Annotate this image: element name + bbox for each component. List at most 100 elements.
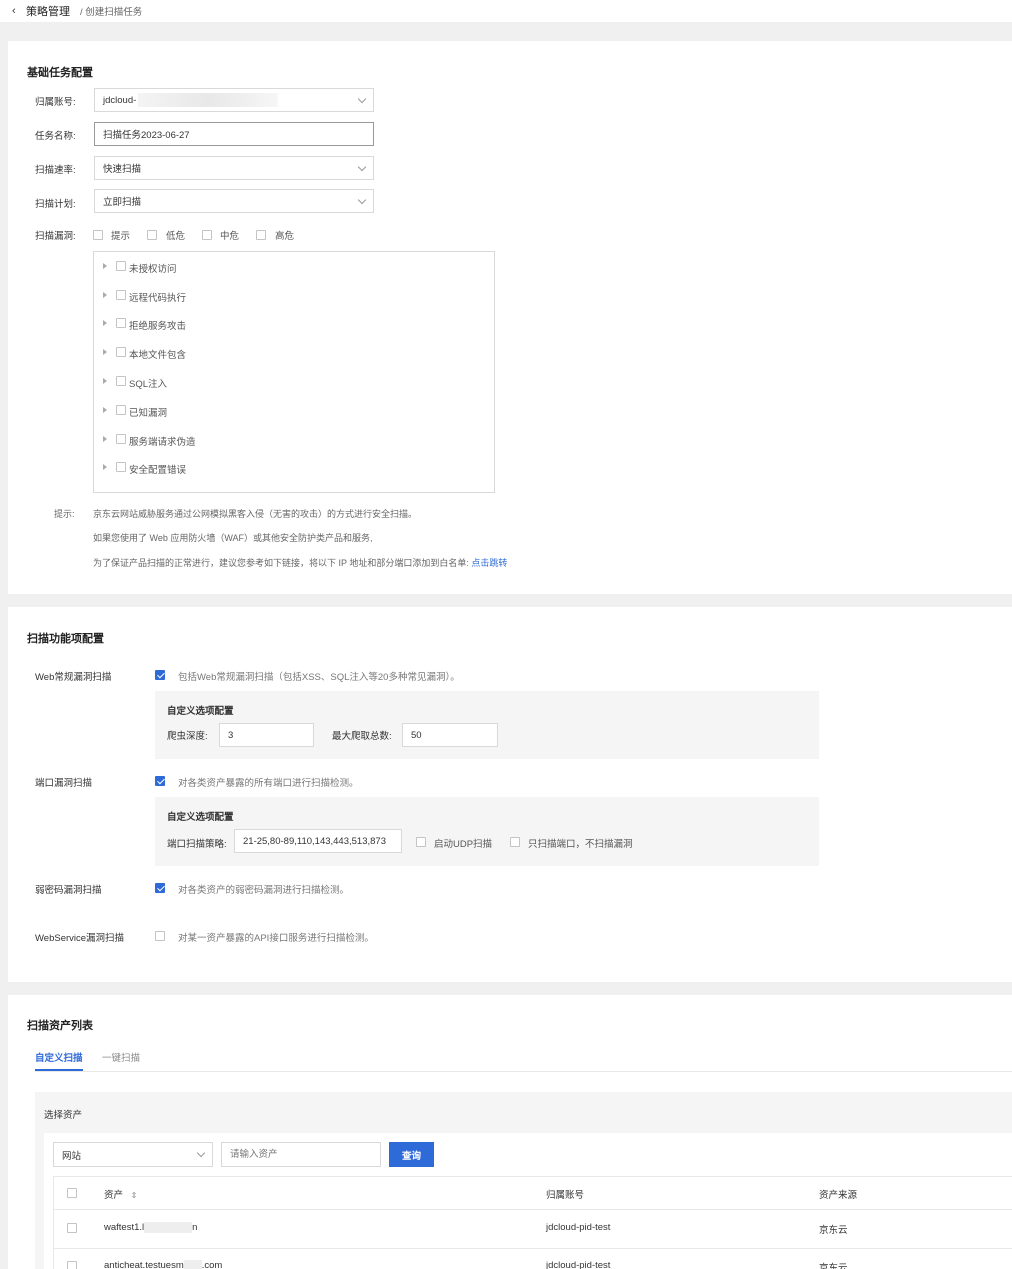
level-label-low: 低危 <box>166 231 186 242</box>
expand-caret-icon[interactable] <box>103 436 107 442</box>
col-account: 归属账号 <box>546 1190 585 1201</box>
header-divider <box>54 1209 1012 1210</box>
table-row-source: 京东云 <box>819 1225 848 1236</box>
taskname-label: 任务名称: <box>35 131 76 142</box>
ws-scan-checkbox[interactable] <box>155 931 165 941</box>
tree-checkbox[interactable] <box>116 376 126 386</box>
table-row-asset: waftest1.l n <box>104 1222 197 1233</box>
rate-select[interactable]: 快速扫描 <box>94 156 374 180</box>
breadcrumb-main[interactable]: 策略管理 <box>26 3 70 19</box>
level-label-mid: 中危 <box>220 231 240 242</box>
chevron-down-icon <box>357 162 367 172</box>
tree-item: 本地文件包含 <box>129 350 187 361</box>
tab-custom-scan[interactable]: 自定义扫描 <box>35 1050 83 1064</box>
basic-config-card: 基础任务配置 归属账号: jdcloud- 任务名称: 扫描任务2023-06-… <box>8 41 1012 594</box>
asset-table: 资产 ⇕ 归属账号 资产来源 waftest1.l n jdcloud-pid-t… <box>53 1176 1012 1269</box>
level-checkbox-high[interactable] <box>256 230 266 240</box>
level-label-high: 高危 <box>275 231 295 242</box>
only-port-checkbox[interactable] <box>510 837 520 847</box>
select-all-checkbox[interactable] <box>67 1188 77 1198</box>
expand-caret-icon[interactable] <box>103 349 107 355</box>
web-scan-desc: 包括Web常规漏洞扫描（包括XSS、SQL注入等20多种常见漏洞）。 <box>178 672 460 683</box>
port-policy-label: 端口扫描策略: <box>167 839 227 850</box>
row-checkbox[interactable] <box>67 1223 77 1233</box>
expand-caret-icon[interactable] <box>103 292 107 298</box>
query-button[interactable]: 查询 <box>389 1142 434 1167</box>
redacted-mask <box>138 93 279 107</box>
asset-list-card: 扫描资产列表 自定义扫描 一键扫描 选择资产 网站 查询 资产 ⇕ 归属账号 资… <box>8 995 1012 1269</box>
level-checkbox-mid[interactable] <box>202 230 212 240</box>
udp-checkbox[interactable] <box>416 837 426 847</box>
select-asset-title: 选择资产 <box>44 1110 83 1121</box>
depth-input[interactable]: 3 <box>219 723 314 747</box>
tree-checkbox[interactable] <box>116 261 126 271</box>
max-value: 50 <box>411 729 422 741</box>
chevron-down-icon <box>196 1148 206 1158</box>
level-checkbox-tip[interactable] <box>93 230 103 240</box>
chevron-left-icon[interactable]: ‹ <box>12 5 20 17</box>
tree-checkbox[interactable] <box>116 405 126 415</box>
tree-checkbox[interactable] <box>116 318 126 328</box>
tab-one-click-scan[interactable]: 一键扫描 <box>102 1050 140 1064</box>
account-select[interactable]: jdcloud- <box>94 88 374 112</box>
col-source: 资产来源 <box>819 1190 858 1201</box>
only-port-label: 只扫描端口，不扫描漏洞 <box>528 839 633 850</box>
udp-label: 启动UDP扫描 <box>434 839 493 850</box>
whitelist-link[interactable]: 点击跳转 <box>471 558 507 568</box>
port-scan-label: 端口漏洞扫描 <box>35 778 93 789</box>
expand-caret-icon[interactable] <box>103 464 107 470</box>
tip-line: 为了保证产品扫描的正常进行，建议您参考如下链接，将以下 IP 地址和部分端口添加… <box>93 558 469 568</box>
rate-value: 快速扫描 <box>103 164 142 175</box>
max-input[interactable]: 50 <box>402 723 498 747</box>
tip-line-3: 为了保证产品扫描的正常进行，建议您参考如下链接，将以下 IP 地址和部分端口添加… <box>93 556 507 569</box>
sort-icon[interactable]: ⇕ <box>131 1191 138 1200</box>
expand-caret-icon[interactable] <box>103 263 107 269</box>
vuln-tree[interactable]: 未授权访问 远程代码执行 拒绝服务攻击 本地文件包含 SQL注入 已知漏洞 服务… <box>93 251 495 493</box>
col-asset[interactable]: 资产 ⇕ <box>104 1187 137 1201</box>
depth-value: 3 <box>228 729 234 741</box>
tree-item: 服务端请求伪造 <box>129 437 196 448</box>
ws-scan-desc: 对某一资产暴露的API接口服务进行扫描检测。 <box>178 933 374 944</box>
weak-scan-label: 弱密码漏洞扫描 <box>35 885 102 896</box>
asset-type-value: 网站 <box>62 1150 82 1162</box>
tree-checkbox[interactable] <box>116 462 126 472</box>
port-custom-panel: 自定义选项配置 端口扫描策略: 21-25,80-89,110,143,443,… <box>155 797 819 866</box>
asset-type-select[interactable]: 网站 <box>53 1142 213 1167</box>
tree-checkbox[interactable] <box>116 290 126 300</box>
expand-caret-icon[interactable] <box>103 320 107 326</box>
tab-divider <box>35 1071 1012 1072</box>
taskname-input[interactable]: 扫描任务2023-06-27 <box>94 122 374 146</box>
port-policy-input[interactable]: 21-25,80-89,110,143,443,513,873 <box>234 829 402 853</box>
tree-item: SQL注入 <box>129 379 168 390</box>
asset-search-input[interactable] <box>221 1142 381 1167</box>
tree-checkbox[interactable] <box>116 434 126 444</box>
row-checkbox[interactable] <box>67 1261 77 1269</box>
plan-label: 扫描计划: <box>35 199 76 210</box>
section-title-assets: 扫描资产列表 <box>27 1020 93 1032</box>
port-scan-checkbox[interactable] <box>155 776 165 786</box>
expand-caret-icon[interactable] <box>103 378 107 384</box>
tip-line: 如果您使用了 Web 应用防火墙（WAF）或其他安全防护类产品和服务, <box>93 533 373 543</box>
account-label: 归属账号: <box>35 97 76 108</box>
section-title-features: 扫描功能项配置 <box>27 633 104 645</box>
tree-item: 已知漏洞 <box>129 408 168 419</box>
port-policy-value: 21-25,80-89,110,143,443,513,873 <box>243 835 386 847</box>
account-value: jdcloud- <box>103 94 137 106</box>
asset-name-tail: .com <box>201 1260 223 1269</box>
asset-name-tail: n <box>192 1222 198 1234</box>
chevron-down-icon <box>357 195 367 205</box>
breadcrumb-current: / 创建扫描任务 <box>80 7 143 18</box>
tree-checkbox[interactable] <box>116 347 126 357</box>
tree-item: 远程代码执行 <box>129 293 187 304</box>
tree-item: 未授权访问 <box>129 264 177 275</box>
plan-select[interactable]: 立即扫描 <box>94 189 374 213</box>
row-divider <box>54 1248 1012 1249</box>
chevron-down-icon <box>357 94 367 104</box>
level-checkbox-low[interactable] <box>147 230 157 240</box>
weak-scan-checkbox[interactable] <box>155 883 165 893</box>
web-scan-checkbox[interactable] <box>155 670 165 680</box>
expand-caret-icon[interactable] <box>103 407 107 413</box>
asset-name: waftest1.l <box>104 1222 145 1234</box>
port-custom-title: 自定义选项配置 <box>167 812 234 823</box>
rate-label: 扫描速率: <box>35 165 76 176</box>
